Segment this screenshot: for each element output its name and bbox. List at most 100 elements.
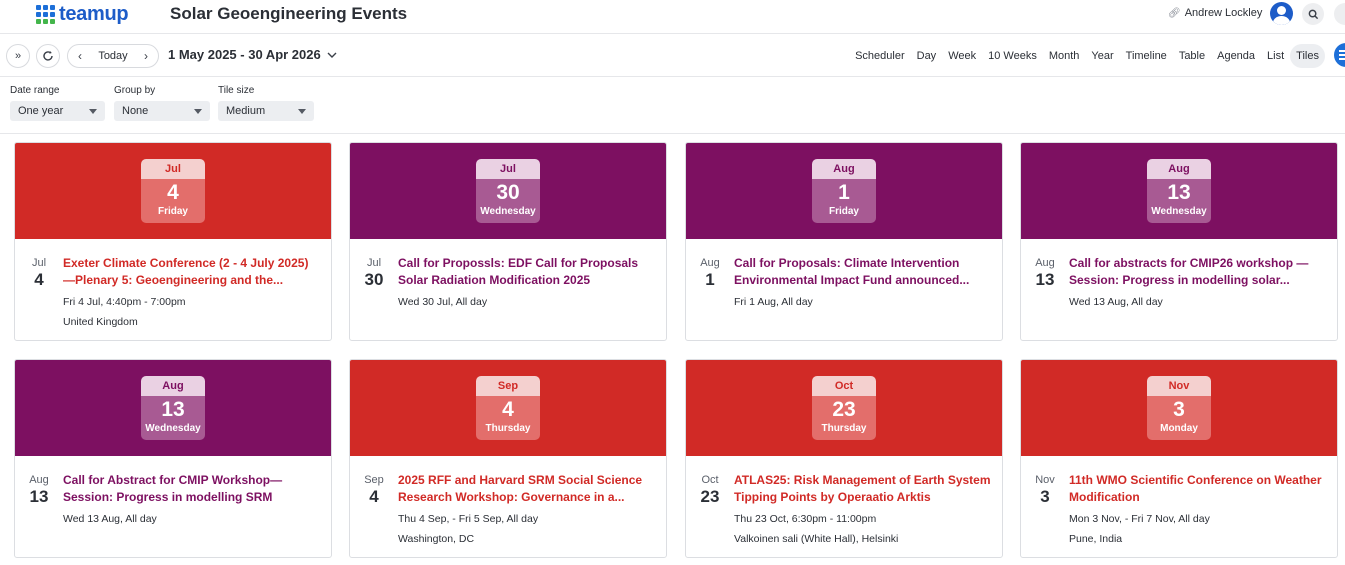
event-info: Exeter Climate Conference (2 - 4 July 20… [63,255,321,329]
tile-header: Aug 13 Wednesday [1021,143,1337,239]
side-month: Nov [1035,474,1055,486]
view-tab-list[interactable]: List [1261,44,1290,68]
view-tab-tiles[interactable]: Tiles [1290,44,1325,68]
date-range-filter: Date range One year [10,85,105,121]
event-tile[interactable]: Aug 13 Wednesday Aug 13 Call for abstracts fo… [1020,142,1338,341]
event-tile[interactable]: Jul 30 Wednesday Jul 30 Call for Propossls: E… [349,142,667,341]
today-button[interactable]: Today [98,50,127,62]
tile-body: Aug 13 Call for Abstract for CMIP Workshop… [15,456,331,557]
view-tab-day[interactable]: Day [911,44,943,68]
logo-grid-icon [36,5,55,24]
badge-lower: 1 Friday [812,179,876,223]
view-tab-timeline[interactable]: Timeline [1120,44,1173,68]
badge-weekday: Thursday [821,423,867,434]
side-month: Aug [700,257,720,269]
date-range-picker[interactable]: 1 May 2025 - 30 Apr 2026 [168,47,337,62]
event-tile[interactable]: Sep 4 Thursday Sep 4 2025 RFF and Harvard SRM… [349,359,667,558]
view-tab-year[interactable]: Year [1085,44,1119,68]
chevron-down-icon [327,52,337,58]
side-date: Aug 13 [25,474,53,507]
caret-down-icon [298,108,306,114]
chevron-right-icon[interactable]: › [140,49,152,63]
tile-body: Sep 4 2025 RFF and Harvard SRM Social Scie… [350,456,666,557]
event-tile[interactable]: Aug 13 Wednesday Aug 13 Call for Abstract for… [14,359,332,558]
badge-lower: 3 Monday [1147,396,1211,440]
teamup-logo[interactable]: teamup [36,3,129,26]
side-month: Oct [701,474,719,486]
event-title[interactable]: Call for Propossls: EDF Call for Proposa… [398,255,656,289]
badge-lower: 23 Thursday [812,396,876,440]
user-avatar-icon[interactable] [1270,2,1293,25]
menu-button[interactable] [1334,43,1345,67]
tile-size-filter-label: Tile size [218,85,255,96]
side-date: Jul 30 [360,257,388,290]
event-title[interactable]: Exeter Climate Conference (2 - 4 July 20… [63,255,321,289]
side-date: Oct 23 [696,474,724,507]
badge-day: 23 [832,398,856,421]
event-title[interactable]: Call for abstracts for CMIP26 workshop —… [1069,255,1327,289]
view-tab-week[interactable]: Week [942,44,982,68]
badge-day: 13 [1167,181,1191,204]
tile-header: Nov 3 Monday [1021,360,1337,456]
side-month: Jul [366,257,382,269]
side-month: Aug [29,474,49,486]
badge-month: Aug [812,159,876,179]
tile-size-select[interactable]: Medium [218,101,314,121]
event-tile[interactable]: Jul 4 Friday Jul 4 Exeter Climate Conference … [14,142,332,341]
badge-weekday: Thursday [485,423,531,434]
logo-text: teamup [59,3,129,25]
date-badge: Aug 13 Wednesday [1147,159,1211,223]
chevron-left-icon[interactable]: ‹ [74,49,86,63]
badge-weekday: Friday [828,206,859,217]
badge-month: Jul [476,159,540,179]
view-tab-scheduler[interactable]: Scheduler [849,44,911,68]
group-by-select[interactable]: None [114,101,210,121]
user-link[interactable]: 🔗︎ Andrew Lockley [1168,7,1262,19]
event-info: 2025 RFF and Harvard SRM Social Science … [398,472,656,546]
side-day: 4 [34,270,44,289]
badge-month: Sep [476,376,540,396]
tile-header: Aug 13 Wednesday [15,360,331,456]
date-badge: Jul 30 Wednesday [476,159,540,223]
event-title[interactable]: Call for Proposals: Climate Intervention… [734,255,992,289]
group-by-filter-label: Group by [114,85,156,96]
toolbar: » ‹ Today › 1 May 2025 - 30 Apr 2026 Sch… [0,35,1345,77]
view-tab-month[interactable]: Month [1043,44,1086,68]
side-day: 3 [1040,487,1050,506]
refresh-button[interactable] [36,44,60,68]
event-title[interactable]: 11th WMO Scientific Conference on Weathe… [1069,472,1327,506]
filter-bar: Date range One year Group by None Tile s… [0,77,1345,134]
event-tile[interactable]: Nov 3 Monday Nov 3 11th WMO Scientific Confer… [1020,359,1338,558]
event-title[interactable]: Call for Abstract for CMIP Workshop—Sess… [63,472,321,506]
date-navigation: ‹ Today › [67,44,159,68]
event-title[interactable]: ATLAS25: Risk Management of Earth System… [734,472,992,506]
view-tab-agenda[interactable]: Agenda [1211,44,1261,68]
date-range-select[interactable]: One year [10,101,105,121]
expand-sidebar-button[interactable]: » [6,44,30,68]
badge-month: Aug [1147,159,1211,179]
tile-body: Oct 23 ATLAS25: Risk Management of Earth S… [686,456,1002,557]
tile-size-select-value: Medium [226,105,266,117]
event-time: Fri 1 Aug, All day [734,296,813,308]
event-time: Wed 13 Aug, All day [1069,296,1163,308]
badge-month: Aug [141,376,205,396]
date-badge: Sep 4 Thursday [476,376,540,440]
badge-day: 1 [838,181,850,204]
side-day: 13 [1035,270,1055,289]
event-location: Washington, DC [398,533,475,545]
badge-weekday: Wednesday [480,206,536,217]
search-button[interactable] [1302,3,1324,25]
more-button[interactable] [1334,3,1345,25]
side-date: Nov 3 [1031,474,1059,507]
search-icon [1308,9,1318,19]
event-info: Call for Propossls: EDF Call for Proposa… [398,255,656,309]
group-by-filter: Group by None [114,85,210,121]
calendar-title: Solar Geoengineering Events [170,4,408,23]
tile-body: Aug 1 Call for Proposals: Climate Interven… [686,239,1002,340]
view-tab-10-weeks[interactable]: 10 Weeks [982,44,1043,68]
date-range-select-value: One year [18,105,64,117]
event-tile[interactable]: Aug 1 Friday Aug 1 Call for Proposals: Climat… [685,142,1003,341]
event-tile[interactable]: Oct 23 Thursday Oct 23 ATLAS25: Risk Manageme… [685,359,1003,558]
view-tab-table[interactable]: Table [1173,44,1211,68]
event-title[interactable]: 2025 RFF and Harvard SRM Social Science … [398,472,656,506]
